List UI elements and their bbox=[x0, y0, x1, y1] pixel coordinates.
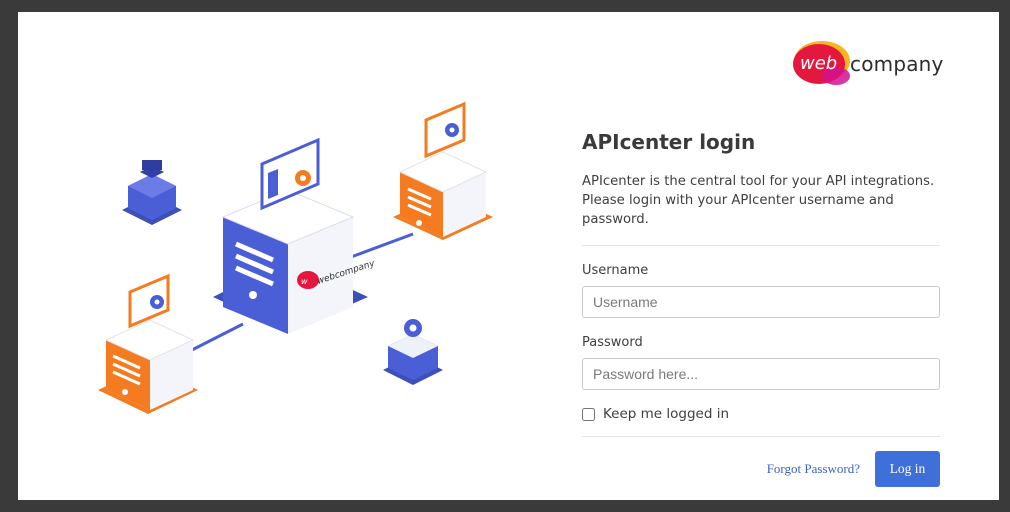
login-panel: APIcenter login APIcenter is the central… bbox=[582, 130, 940, 487]
password-label: Password bbox=[582, 335, 643, 350]
keep-logged-in-checkbox[interactable] bbox=[582, 407, 595, 421]
page-title: APIcenter login bbox=[582, 130, 756, 154]
form-actions: Forgot Password? Log in bbox=[582, 451, 940, 487]
username-label: Username bbox=[582, 263, 649, 278]
password-input[interactable] bbox=[582, 358, 940, 390]
divider bbox=[582, 436, 940, 437]
logo-mark-icon: web bbox=[793, 41, 850, 85]
forgot-password-link[interactable]: Forgot Password? bbox=[767, 461, 860, 477]
connector-line bbox=[342, 232, 414, 262]
connector-line bbox=[187, 322, 244, 354]
keep-logged-in-row: Keep me logged in bbox=[582, 406, 940, 422]
orange-server-left bbox=[98, 273, 198, 414]
webcompany-logo: web company bbox=[792, 36, 972, 90]
divider bbox=[582, 245, 940, 246]
gear-box bbox=[383, 319, 443, 385]
server-network-illustration: w webcompany bbox=[98, 101, 493, 414]
login-card: w web company web company APIcenter login… bbox=[18, 12, 999, 500]
main-server: w webcompany bbox=[213, 137, 377, 334]
intro-text: APIcenter is the central tool for your A… bbox=[582, 174, 935, 227]
keep-logged-in-label[interactable]: Keep me logged in bbox=[603, 406, 729, 422]
chip-box bbox=[122, 160, 182, 225]
logo-company-text: company bbox=[850, 52, 944, 76]
orange-server-right bbox=[393, 101, 493, 240]
svg-text:w: w bbox=[301, 277, 308, 286]
login-button[interactable]: Log in bbox=[875, 451, 940, 487]
logo-web-text: web bbox=[800, 53, 837, 74]
username-input[interactable] bbox=[582, 286, 940, 318]
